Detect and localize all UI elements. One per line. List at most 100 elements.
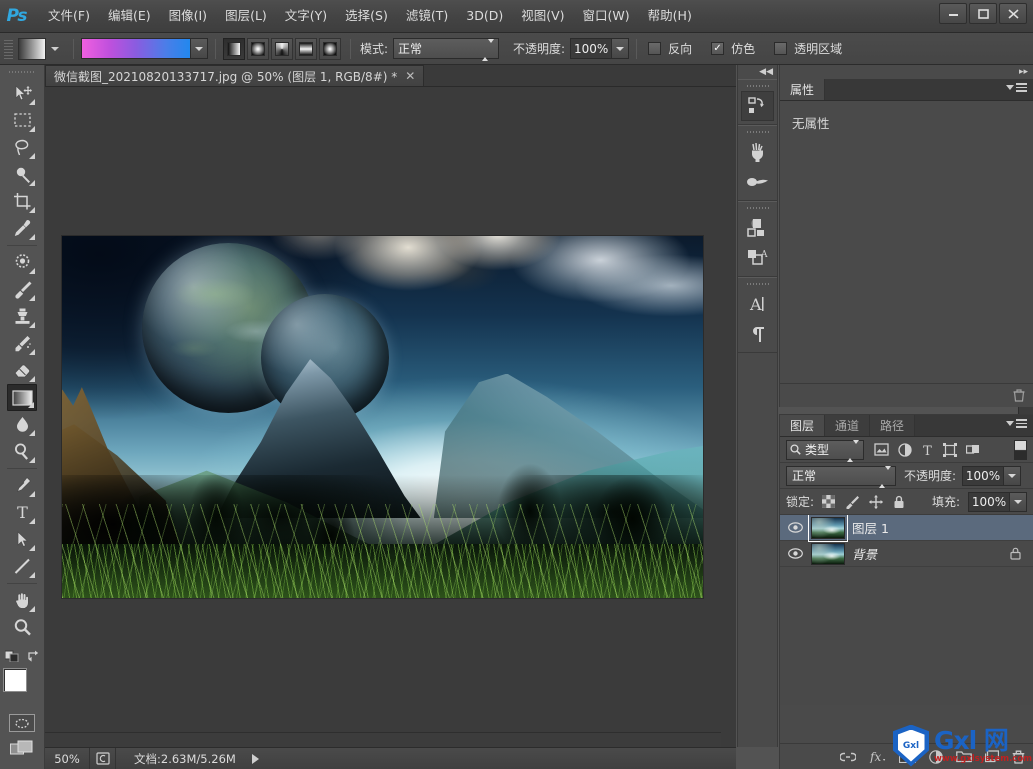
color-swatches[interactable] [3, 668, 41, 706]
dodge-tool[interactable] [7, 438, 37, 465]
menu-3d[interactable]: 3D(D) [457, 4, 512, 28]
filter-shape-icon[interactable] [943, 442, 957, 457]
brush-tool[interactable] [7, 276, 37, 303]
menu-file[interactable]: 文件(F) [39, 4, 99, 28]
filter-enable-toggle[interactable] [1014, 439, 1027, 460]
layer-name[interactable]: 背景 [852, 544, 1007, 563]
canvas-image[interactable] [61, 235, 704, 599]
paragraph-icon[interactable] [741, 319, 774, 349]
options-bar-grip[interactable] [4, 37, 13, 60]
layer-thumbnail[interactable] [811, 542, 845, 565]
canvas-area[interactable] [45, 87, 736, 747]
layer-opacity-input[interactable]: 100% [962, 465, 1005, 486]
link-layers-icon[interactable] [840, 752, 856, 762]
character-icon[interactable]: A [741, 289, 774, 319]
table-row[interactable]: 图层 1 [780, 515, 1033, 542]
layer-name[interactable]: 图层 1 [852, 518, 1029, 537]
healing-brush-tool[interactable] [7, 249, 37, 276]
minimize-button[interactable] [939, 3, 967, 24]
layer-opacity-chevron-down-icon[interactable] [1004, 465, 1022, 486]
magic-wand-tool[interactable] [7, 161, 37, 188]
tab-properties[interactable]: 属性 [780, 79, 826, 100]
gradient-linear-button[interactable] [223, 37, 245, 60]
status-expand-icon[interactable] [251, 753, 259, 764]
quick-mask-icon[interactable] [9, 714, 35, 732]
tool-preset-picker[interactable] [18, 37, 46, 60]
blend-mode-select[interactable]: 正常 [393, 38, 500, 61]
tab-layers[interactable]: 图层 [780, 415, 826, 436]
opacity-chevron-down-icon[interactable] [612, 38, 630, 59]
layer-style-icon[interactable]: fx [869, 750, 886, 763]
dock-grip[interactable] [746, 204, 769, 212]
layer-list[interactable]: 图层 1 背景 [780, 515, 1033, 705]
gradient-preview-swatch[interactable] [81, 38, 191, 59]
canvas-horizontal-scrollbar[interactable] [45, 732, 721, 747]
menu-help[interactable]: 帮助(H) [639, 4, 701, 28]
type-tool[interactable]: T [7, 499, 37, 526]
screen-mode-icon[interactable] [10, 740, 34, 758]
marquee-tool[interactable] [7, 107, 37, 134]
tools-panel-grip[interactable] [9, 68, 35, 78]
gradient-radial-button[interactable] [247, 37, 269, 60]
menu-edit[interactable]: 编辑(E) [99, 4, 160, 28]
layer-blend-mode-select[interactable]: 正常 [786, 465, 896, 488]
document-tab[interactable]: 微信截图_20210820133717.jpg @ 50% (图层 1, RGB… [45, 65, 425, 86]
document-icon[interactable] [90, 748, 116, 769]
menu-image[interactable]: 图像(I) [160, 4, 216, 28]
crop-tool[interactable] [7, 188, 37, 215]
blur-tool[interactable] [7, 411, 37, 438]
layer-thumbnail[interactable] [808, 515, 848, 542]
tab-channels[interactable]: 通道 [825, 415, 871, 436]
menu-window[interactable]: 窗口(W) [574, 4, 639, 28]
tab-close-icon[interactable]: ✕ [405, 69, 415, 83]
brush-icon[interactable] [741, 137, 774, 167]
lock-all-icon[interactable] [893, 495, 905, 509]
reverse-checkbox[interactable] [648, 42, 662, 55]
properties-panel-menu[interactable] [1006, 83, 1027, 92]
eraser-tool[interactable] [7, 357, 37, 384]
gradient-picker-chevron-down-icon[interactable] [191, 38, 208, 59]
dock-grip[interactable] [746, 82, 769, 90]
layer-visibility-icon[interactable] [784, 548, 806, 559]
lock-position-icon[interactable] [869, 494, 884, 509]
eyedropper-tool[interactable] [7, 215, 37, 242]
menu-filter[interactable]: 滤镜(T) [397, 4, 457, 28]
default-colors-icon[interactable] [4, 649, 19, 662]
path-selection-tool[interactable] [7, 526, 37, 553]
layer-filter-select[interactable]: 类型 [786, 439, 864, 462]
move-tool[interactable] [7, 80, 37, 107]
gradient-angle-button[interactable] [271, 37, 293, 60]
layers-panel-menu[interactable] [1006, 419, 1027, 428]
tool-preset-chevron-down-icon[interactable] [51, 46, 59, 51]
brush-presets-icon[interactable] [741, 167, 774, 197]
lasso-tool[interactable] [7, 134, 37, 161]
menu-select[interactable]: 选择(S) [336, 4, 397, 28]
properties-collapse-button[interactable]: ▸▸ [780, 65, 1033, 79]
clone-stamp-tool[interactable] [7, 303, 37, 330]
menu-layer[interactable]: 图层(L) [216, 4, 276, 28]
layer-visibility-icon[interactable] [784, 522, 806, 533]
lock-image-icon[interactable] [845, 495, 860, 509]
history-brush-tool[interactable] [7, 330, 37, 357]
dither-checkbox[interactable]: ✓ [711, 42, 725, 55]
foreground-color-swatch[interactable] [3, 668, 27, 692]
zoom-tool[interactable] [7, 614, 37, 641]
lock-transparency-icon[interactable] [822, 495, 836, 508]
properties-delete-icon[interactable] [1013, 389, 1025, 402]
menu-type[interactable]: 文字(Y) [276, 4, 336, 28]
gradient-diamond-button[interactable] [319, 37, 341, 60]
hand-tool[interactable] [7, 587, 37, 614]
opacity-input[interactable]: 100% [570, 38, 613, 59]
menu-view[interactable]: 视图(V) [512, 4, 573, 28]
history-icon[interactable] [741, 91, 774, 121]
filter-pixel-icon[interactable] [874, 443, 889, 456]
dock-grip[interactable] [746, 128, 769, 136]
swap-colors-icon[interactable] [27, 650, 40, 662]
styles-icon[interactable]: A [741, 243, 774, 273]
dock-grip[interactable] [746, 280, 769, 288]
layer-fill-chevron-down-icon[interactable] [1010, 491, 1027, 512]
filter-type-icon[interactable]: T [921, 443, 934, 457]
table-row[interactable]: 背景 [780, 541, 1033, 567]
filter-smart-object-icon[interactable] [966, 443, 981, 457]
gradient-reflected-button[interactable] [295, 37, 317, 60]
